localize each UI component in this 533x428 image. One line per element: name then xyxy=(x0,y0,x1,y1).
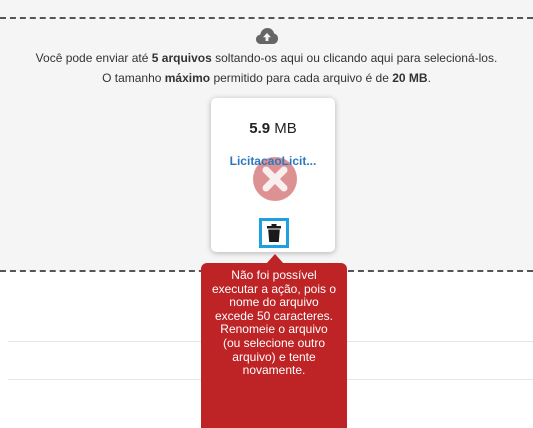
file-dropzone[interactable]: Você pode enviar até 5 arquivos soltando… xyxy=(0,0,533,272)
file-size-value: 5.9 xyxy=(249,120,271,137)
size-info-prefix: O tamanho xyxy=(102,71,165,85)
error-tooltip: Não foi possível executar a ação, pois o… xyxy=(201,263,347,428)
instructions-prefix: Você pode enviar até xyxy=(35,51,152,65)
remove-file-button[interactable] xyxy=(259,218,289,248)
size-info-middle: permitido para cada arquivo é de xyxy=(210,71,393,85)
max-files-count: 5 arquivos xyxy=(151,51,212,65)
dropzone-border-top xyxy=(0,17,533,19)
instructions-suffix: soltando-os aqui ou clicando aqui para s… xyxy=(211,51,498,65)
file-name: LicitacaoLicit... xyxy=(229,154,317,168)
size-limit-value: 20 MB xyxy=(392,71,428,85)
trash-icon xyxy=(267,224,281,242)
file-size: 5.9 MB xyxy=(211,120,335,137)
file-size-unit: MB xyxy=(270,120,297,137)
size-limit-info: O tamanho máximo permitido para cada arq… xyxy=(0,71,533,86)
size-info-end: . xyxy=(427,71,431,85)
file-preview-card: 5.9 MB LicitacaoLicit... xyxy=(211,98,335,252)
size-keyword: máximo xyxy=(164,71,211,85)
cloud-upload-icon xyxy=(256,28,278,44)
upload-instructions: Você pode enviar até 5 arquivos soltando… xyxy=(0,51,533,66)
